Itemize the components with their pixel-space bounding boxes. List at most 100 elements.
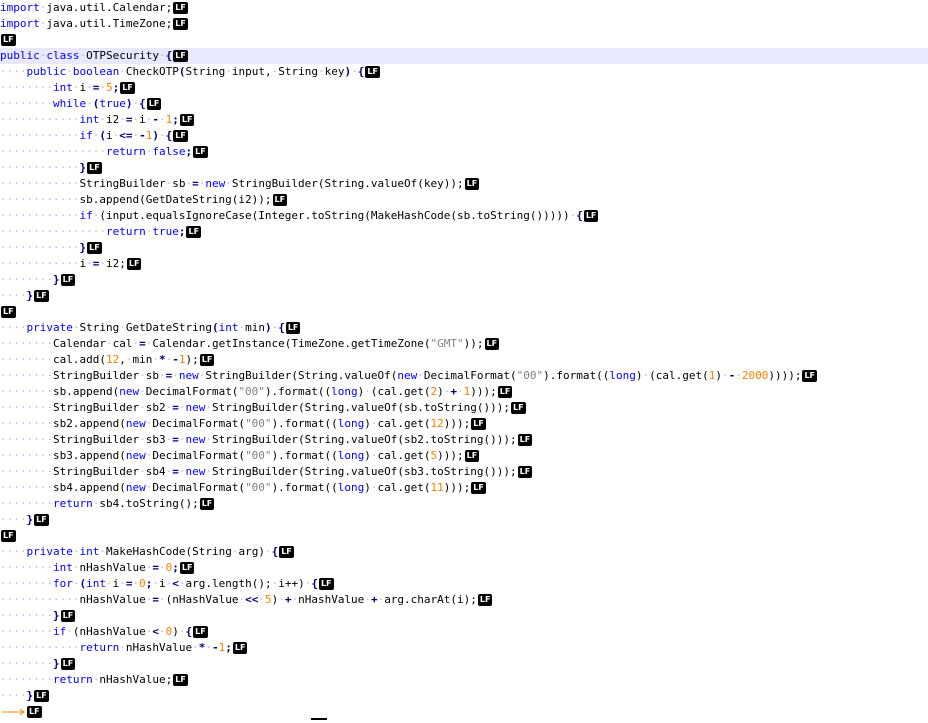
code-line[interactable]: public·class·OTPSecurity·{LF xyxy=(0,48,928,64)
code-line[interactable]: ········} LF xyxy=(0,272,928,288)
code-line[interactable]: ········int·i·=·5; LF xyxy=(0,80,928,96)
code-token: Calendar xyxy=(52,337,106,350)
code-line[interactable]: ············return·nHashValue·*·-1; LF xyxy=(0,640,928,656)
code-token: (cal.get( xyxy=(649,369,709,382)
whitespace-marker: · xyxy=(158,625,166,638)
keyword-token: for xyxy=(52,577,73,590)
whitespace-marker: · xyxy=(721,369,729,382)
code-line[interactable]: ········StringBuilder·sb3·=·new·StringBu… xyxy=(0,432,928,448)
code-token: sb2.append( xyxy=(52,417,126,430)
whitespace-marker: · xyxy=(99,113,106,126)
code-line[interactable]: ············int·i2·=·i·-·1; LF xyxy=(0,112,928,128)
code-line[interactable]: ········if·(nHashValue·<·0)·{LF xyxy=(0,624,928,640)
code-line[interactable]: ········return·sb4.toString(); LF xyxy=(0,496,928,512)
keyword-token: new xyxy=(125,481,146,494)
whitespace-marker: · xyxy=(139,385,146,398)
eol-marker: LF xyxy=(471,418,486,430)
eol-marker: LF xyxy=(173,674,188,686)
whitespace-marker: ········ xyxy=(0,609,53,622)
keyword-token: int xyxy=(79,545,100,558)
keyword-token: new xyxy=(185,465,206,478)
whitespace-marker: · xyxy=(152,353,159,366)
operator-token: = xyxy=(152,561,159,574)
code-editor[interactable]: import·java.util.Calendar; LF import·java.… xyxy=(0,0,928,723)
code-line[interactable]: ············StringBuilder·sb·=·new·Strin… xyxy=(0,176,928,192)
whitespace-marker: ········ xyxy=(0,417,53,430)
code-line[interactable]: ········int·nHashValue·=·0; LF xyxy=(0,560,928,576)
code-token: sb xyxy=(172,177,186,190)
whitespace-marker: ············ xyxy=(0,241,80,254)
whitespace-marker: ········ xyxy=(0,577,53,590)
code-line[interactable]: ····} LF xyxy=(0,688,928,704)
code-line[interactable]: ················return·true; LF xyxy=(0,224,928,240)
code-line[interactable]: ········sb2.append(new · DecimalFormat("00… xyxy=(0,416,928,432)
code-token: sb3.append( xyxy=(52,449,126,462)
whitespace-marker: · xyxy=(158,129,166,142)
code-line[interactable]: ····private·String·GetDateString(int·min… xyxy=(0,320,928,336)
whitespace-marker: · xyxy=(99,81,106,94)
tab-arrow-icon xyxy=(0,704,26,720)
eol-marker: LF xyxy=(517,466,533,478)
keyword-token: import xyxy=(0,17,40,30)
operator-token: { xyxy=(165,129,173,142)
eol-marker: LF xyxy=(471,482,486,494)
whitespace-marker: · xyxy=(370,481,378,494)
whitespace-marker: ················ xyxy=(0,145,106,158)
code-token: nHashValue xyxy=(79,593,146,606)
code-line[interactable]: ········Calendar·cal·=·Calendar.getInsta… xyxy=(0,336,928,352)
whitespace-marker: · xyxy=(317,65,325,78)
code-line[interactable]: ········StringBuilder·sb2·=·new·StringBu… xyxy=(0,400,928,416)
code-line[interactable]: ········} LF xyxy=(0,608,928,624)
keyword-token: long xyxy=(337,417,365,430)
code-line[interactable]: ········return·nHashValue; LF xyxy=(0,672,928,688)
eol-marker: LF xyxy=(87,162,102,174)
code-line[interactable]: LF xyxy=(0,304,928,320)
code-line[interactable]: import·java.util.Calendar; LF xyxy=(0,0,928,16)
code-line[interactable]: ············nHashValue·=·(nHashValue·<<·… xyxy=(0,592,928,608)
code-line[interactable]: ········sb3.append(new · DecimalFormat("00… xyxy=(0,448,928,464)
code-line[interactable]: ····private·int·MakeHashCode(String·arg)… xyxy=(0,544,928,560)
code-line[interactable]: ········StringBuilder·sb4·=·new·StringBu… xyxy=(0,464,928,480)
code-line[interactable]: LF xyxy=(0,528,928,544)
code-token: ).format(( xyxy=(543,369,610,382)
code-line[interactable]: ············sb.append(GetDateString(i2))… xyxy=(0,192,928,208)
keyword-token: int xyxy=(86,577,106,590)
whitespace-marker: ············ xyxy=(0,641,80,654)
code-line[interactable]: ····} LF xyxy=(0,512,928,528)
eol-marker: LF xyxy=(126,258,142,270)
code-line[interactable]: ········sb4.append(new · DecimalFormat("00… xyxy=(0,480,928,496)
code-line[interactable]: ····} LF xyxy=(0,288,928,304)
code-line[interactable]: LF xyxy=(0,704,928,720)
code-token: StringBuilder xyxy=(52,401,140,414)
whitespace-marker: ············ xyxy=(0,593,80,606)
code-line[interactable]: ············} LF xyxy=(0,240,928,256)
code-line[interactable]: ············if·(input.equalsIgnoreCase(I… xyxy=(0,208,928,224)
eol-marker: LF xyxy=(193,626,208,638)
eol-marker: LF xyxy=(87,242,102,254)
whitespace-marker: · xyxy=(119,577,126,590)
whitespace-marker: · xyxy=(139,465,146,478)
code-line[interactable]: ············if·(i·<=·-1)·{LF xyxy=(0,128,928,144)
code-token: DecimalFormat( xyxy=(152,417,246,430)
code-line[interactable]: ········cal.add(12,·min·*·-1); LF xyxy=(0,352,928,368)
keyword-token: int xyxy=(218,321,239,334)
code-line[interactable]: import·java.util.TimeZone; LF xyxy=(0,16,928,32)
code-token: (cal.get( xyxy=(370,385,431,398)
eol-marker: LF xyxy=(34,290,49,302)
code-line[interactable]: ········while·(true)·{LF xyxy=(0,96,928,112)
whitespace-marker: ···· xyxy=(0,289,27,302)
whitespace-marker: ········ xyxy=(0,625,53,638)
code-line[interactable]: ················return·false; LF xyxy=(0,144,928,160)
code-line[interactable]: ········for·(int·i·=·0;·i·<·arg.length()… xyxy=(0,576,928,592)
code-line[interactable]: ············i·=·i2; LF xyxy=(0,256,928,272)
code-line[interactable]: ····public·boolean·CheckOTP(String·input… xyxy=(0,64,928,80)
code-line[interactable]: ········} LF xyxy=(0,656,928,672)
code-line[interactable]: ············} LF xyxy=(0,160,928,176)
whitespace-marker: ········ xyxy=(0,401,53,414)
whitespace-marker: · xyxy=(158,561,166,574)
code-line[interactable]: ········StringBuilder·sb·=·new·StringBui… xyxy=(0,368,928,384)
whitespace-marker: · xyxy=(192,641,199,654)
code-line[interactable]: ········sb.append(new·DecimalFormat("00"… xyxy=(0,384,928,400)
whitespace-marker: · xyxy=(172,369,179,382)
code-line[interactable]: LF xyxy=(0,32,928,48)
